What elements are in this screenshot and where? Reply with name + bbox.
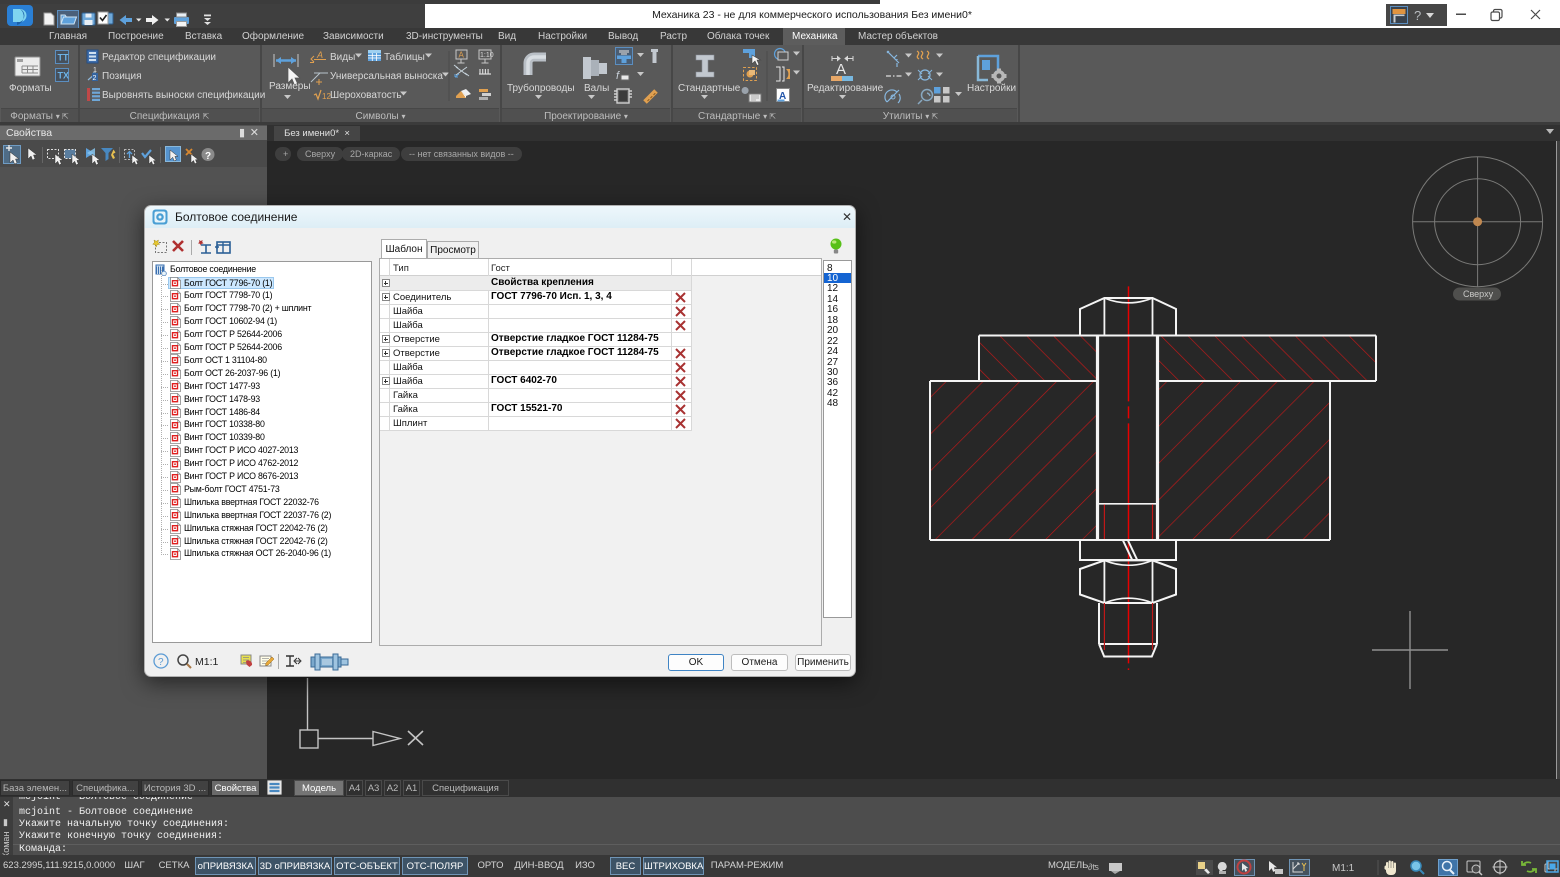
svg-text:Редактор спецификации: Редактор спецификации	[102, 51, 216, 63]
svg-text:∂ʦ: ∂ʦ	[1088, 862, 1099, 872]
svg-text:А: А	[836, 61, 846, 78]
svg-text:A: A	[316, 50, 323, 60]
svg-text:Стандартные: Стандартные	[678, 83, 741, 94]
svg-text:Форматы: Форматы	[9, 83, 52, 94]
svg-text:Сверху: Сверху	[1463, 289, 1494, 299]
svg-text:?: ?	[205, 151, 211, 162]
svg-text:1:10: 1:10	[480, 52, 494, 59]
svg-text:М1:1: М1:1	[1332, 863, 1355, 874]
svg-text:1: 1	[93, 67, 97, 74]
svg-text:TX: TX	[58, 71, 70, 81]
svg-text:М1:1: М1:1	[195, 656, 219, 668]
svg-text:Шероховатость: Шероховатость	[330, 90, 402, 101]
svg-text:Виды: Виды	[330, 52, 355, 63]
svg-text:A: A	[459, 51, 465, 60]
svg-text:Универсальная выноска: Универсальная выноска	[330, 71, 443, 82]
svg-text:?: ?	[1414, 8, 1421, 23]
svg-text:Трубопроводы: Трубопроводы	[507, 82, 575, 94]
svg-text:Размеры: Размеры	[269, 81, 311, 92]
svg-text:Выровнять выноски спецификации: Выровнять выноски спецификации	[102, 89, 265, 101]
svg-text:Настройки: Настройки	[967, 83, 1016, 94]
svg-text:Валы: Валы	[584, 83, 609, 94]
svg-text:Редактирование: Редактирование	[807, 83, 884, 94]
svg-text:?: ?	[158, 657, 164, 668]
svg-text:2: 2	[93, 75, 97, 82]
svg-text:Таблицы: Таблицы	[384, 51, 425, 63]
svg-text:Позиция: Позиция	[102, 71, 142, 82]
svg-text:TT: TT	[58, 53, 69, 63]
svg-text:f: f	[616, 70, 620, 82]
